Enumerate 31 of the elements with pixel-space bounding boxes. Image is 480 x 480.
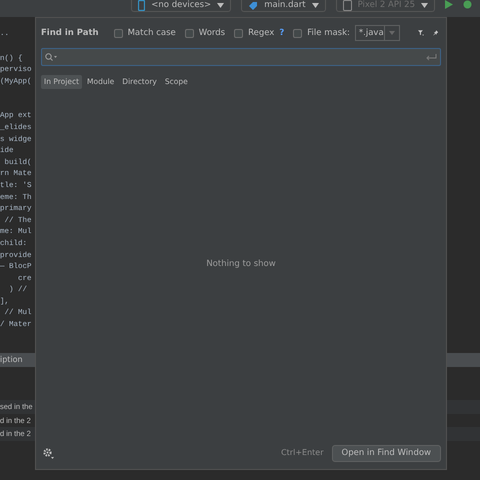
caret-icon <box>217 3 224 8</box>
toolbar-dropdown[interactable]: <no devices> <box>131 0 232 12</box>
caret-icon <box>312 3 319 8</box>
checkbox[interactable] <box>114 28 123 38</box>
option-checkbox[interactable]: Words <box>184 26 226 40</box>
device-icon <box>342 0 352 11</box>
filter-icon[interactable] <box>418 28 424 38</box>
search-field[interactable] <box>41 48 441 66</box>
checkbox[interactable] <box>184 28 194 38</box>
shortcut-hint: Ctrl+Enter <box>281 447 324 459</box>
phone-icon <box>138 0 146 11</box>
help-link[interactable]: ? <box>279 26 284 40</box>
enter-icon <box>426 54 437 60</box>
bug-icon[interactable] <box>463 0 472 9</box>
pin-icon[interactable] <box>432 28 438 38</box>
caret-icon <box>388 31 395 35</box>
option-checkbox[interactable]: Match case <box>114 26 176 40</box>
run-icon[interactable] <box>445 0 453 9</box>
search-icon <box>45 53 57 61</box>
checkbox[interactable] <box>234 28 244 38</box>
option-checkbox[interactable]: File mask: <box>293 26 350 40</box>
panel-header: iption <box>0 353 35 367</box>
dart-icon <box>248 0 258 10</box>
toolbar-dropdown[interactable]: main.dart <box>241 0 326 12</box>
open-in-find-window-button[interactable]: Open in Find Window <box>332 444 441 462</box>
empty-message: Nothing to show <box>206 258 276 270</box>
settings-icon[interactable] <box>43 448 54 458</box>
checkbox[interactable] <box>293 28 302 38</box>
option-checkbox[interactable]: Regex ? <box>234 26 284 40</box>
caret-icon <box>421 3 428 8</box>
dialog-title: Find in Path <box>41 26 99 40</box>
